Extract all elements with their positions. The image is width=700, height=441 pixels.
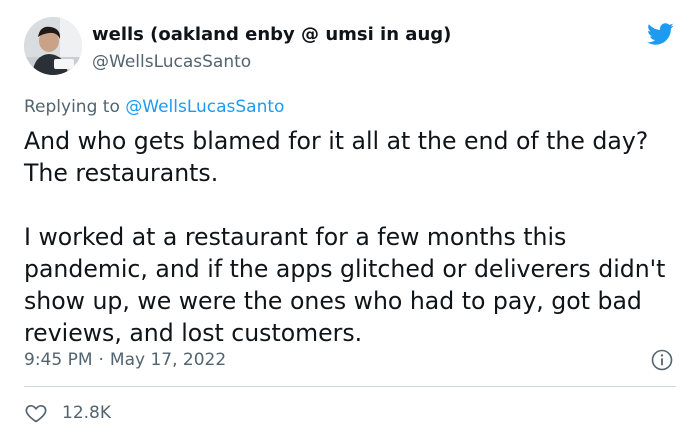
tweet-paragraph: And who gets blamed for it all at the en… <box>24 127 649 187</box>
meta-separator: · <box>98 350 104 370</box>
like-count: 12.8K <box>62 403 111 423</box>
replying-to-label: Replying to <box>24 97 120 117</box>
like-button[interactable]: 12.8K <box>24 400 111 426</box>
tweet-paragraph: I worked at a restaurant for a few month… <box>24 223 666 347</box>
avatar[interactable] <box>24 17 82 75</box>
replying-to-handle-link[interactable]: @WellsLucasSanto <box>125 97 284 117</box>
twitter-bird-icon[interactable] <box>644 20 676 48</box>
replying-to: Replying to @WellsLucasSanto <box>24 97 284 117</box>
avatar-photo <box>24 17 82 75</box>
tweet-text: And who gets blamed for it all at the en… <box>24 125 684 349</box>
tweet-date: May 17, 2022 <box>109 350 227 370</box>
author-handle[interactable]: @WellsLucasSanto <box>92 52 251 72</box>
heart-icon <box>25 404 47 423</box>
info-icon[interactable] <box>650 348 674 372</box>
divider <box>24 386 676 387</box>
tweet-timestamp[interactable]: 9:45 PM · May 17, 2022 <box>24 350 226 370</box>
display-name[interactable]: wells (oakland enby @ umsi in aug) <box>92 24 451 45</box>
tweet-time: 9:45 PM <box>24 350 93 370</box>
